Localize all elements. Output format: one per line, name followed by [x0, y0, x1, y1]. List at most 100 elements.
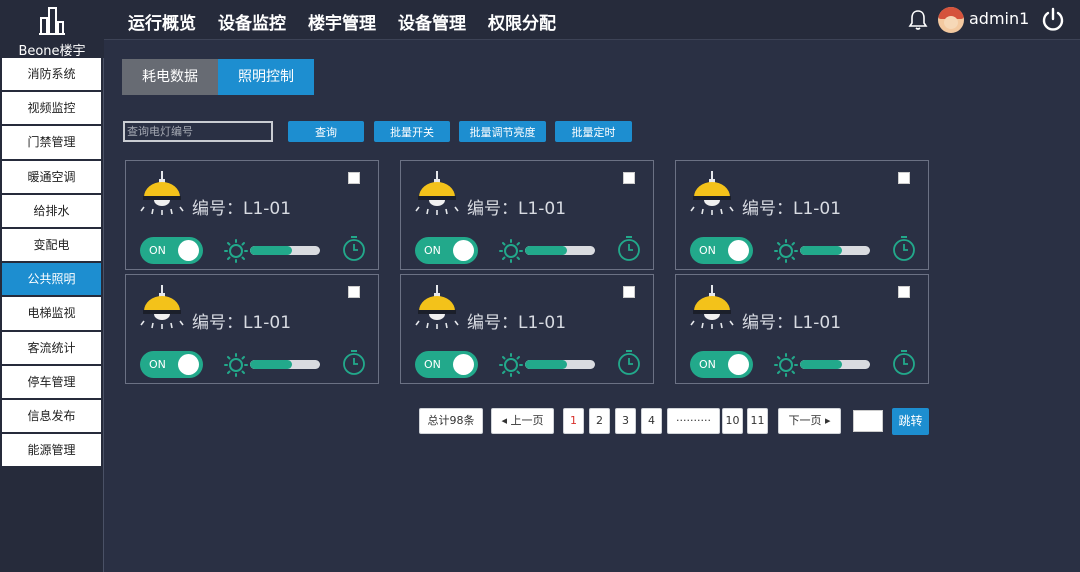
batch-switch-button[interactable]: 批量开关 [374, 121, 450, 142]
sidebar-item-info[interactable]: 信息发布 [2, 399, 101, 435]
power-toggle[interactable]: ON [690, 237, 753, 264]
brightness-icon [499, 239, 523, 267]
lamp-icon [415, 171, 459, 219]
sidebar-item-fire[interactable]: 消防系统 [2, 58, 101, 93]
page-ellipsis: ·········· [667, 408, 720, 434]
select-checkbox[interactable] [348, 286, 360, 298]
lamp-icon [140, 171, 184, 219]
sidebar-item-video[interactable]: 视频监控 [2, 92, 101, 127]
light-id-label: 编号：L1-01 [192, 313, 292, 333]
sidebar-item-access[interactable]: 门禁管理 [2, 126, 101, 161]
lamp-icon [690, 285, 734, 333]
select-checkbox[interactable] [623, 172, 635, 184]
brightness-icon [224, 239, 248, 267]
toggle-state: ON [149, 244, 166, 257]
timer-icon[interactable] [617, 235, 641, 267]
page-2[interactable]: 2 [589, 408, 610, 434]
select-checkbox[interactable] [623, 286, 635, 298]
page-10[interactable]: 10 [722, 408, 743, 434]
light-card: 编号：L1-01 ON [675, 274, 929, 384]
brightness-icon [774, 239, 798, 267]
timer-icon[interactable] [617, 349, 641, 381]
select-checkbox[interactable] [898, 286, 910, 298]
light-card: 编号：L1-01 ON [675, 160, 929, 270]
brightness-slider[interactable] [525, 246, 595, 255]
nav-item-device-manage[interactable]: 设备管理 [398, 9, 466, 34]
bell-icon[interactable] [908, 9, 928, 35]
light-id-label: 编号：L1-01 [467, 199, 567, 219]
sidebar-item-energy[interactable]: 能源管理 [2, 434, 101, 469]
page-11[interactable]: 11 [747, 408, 768, 434]
timer-icon[interactable] [342, 235, 366, 267]
toggle-state: ON [699, 358, 716, 371]
timer-icon[interactable] [342, 349, 366, 381]
brightness-slider[interactable] [800, 360, 870, 369]
prev-page-label: 上一页 [510, 414, 544, 427]
light-id-label: 编号：L1-01 [742, 199, 842, 219]
username[interactable]: admin1 [969, 9, 1029, 28]
sidebar-item-elevator[interactable]: 电梯监视 [2, 297, 101, 332]
select-checkbox[interactable] [898, 172, 910, 184]
goto-page-input[interactable] [853, 410, 883, 432]
light-id-label: 编号：L1-01 [467, 313, 567, 333]
brightness-icon [774, 353, 798, 381]
select-checkbox[interactable] [348, 172, 360, 184]
nav-item-building-manage[interactable]: 楼宇管理 [308, 9, 376, 34]
power-toggle[interactable]: ON [140, 237, 203, 264]
timer-icon[interactable] [892, 235, 916, 267]
light-id-label: 编号：L1-01 [192, 199, 292, 219]
prev-page-button[interactable]: ◂ 上一页 [491, 408, 554, 434]
sidebar-item-hvac[interactable]: 暖通空调 [2, 160, 101, 195]
light-card: 编号：L1-01 ON [400, 274, 654, 384]
light-card: 编号：L1-01 ON [125, 160, 379, 270]
lamp-icon [140, 285, 184, 333]
toggle-state: ON [424, 358, 441, 371]
main-panel: 耗电数据 照明控制 查询 批量开关 批量调节亮度 批量定时 编号：L1-01 ON… [104, 41, 1080, 572]
power-toggle[interactable]: ON [690, 351, 753, 378]
nav-item-permissions[interactable]: 权限分配 [488, 9, 556, 34]
sidebar-item-traffic[interactable]: 客流统计 [2, 331, 101, 366]
next-page-label: 下一页 [788, 414, 822, 427]
power-icon[interactable] [1040, 7, 1066, 37]
batch-timer-button[interactable]: 批量定时 [555, 121, 632, 142]
building-icon [39, 7, 65, 35]
brightness-icon [224, 353, 248, 381]
light-card: 编号：L1-01 ON [125, 274, 379, 384]
query-button[interactable]: 查询 [288, 121, 364, 142]
page-3[interactable]: 3 [615, 408, 636, 434]
tab-bar: 耗电数据 照明控制 [122, 59, 314, 95]
tab-power-data[interactable]: 耗电数据 [122, 59, 218, 95]
tab-lighting-control[interactable]: 照明控制 [218, 59, 314, 95]
light-card: 编号：L1-01 ON [400, 160, 654, 270]
page-4[interactable]: 4 [641, 408, 662, 434]
sidebar-item-parking[interactable]: 停车管理 [2, 365, 101, 400]
sidebar-item-power[interactable]: 变配电 [2, 228, 101, 264]
brightness-slider[interactable] [250, 246, 320, 255]
sidebar: 消防系统 视频监控 门禁管理 暖通空调 给排水 变配电 公共照明 电梯监视 客流… [0, 58, 104, 572]
search-input[interactable] [123, 121, 273, 142]
next-page-button[interactable]: 下一页 ▸ [778, 408, 841, 434]
avatar[interactable] [938, 7, 964, 33]
toggle-state: ON [699, 244, 716, 257]
power-toggle[interactable]: ON [140, 351, 203, 378]
sidebar-item-lighting[interactable]: 公共照明 [2, 263, 101, 298]
toggle-state: ON [149, 358, 166, 371]
power-toggle[interactable]: ON [415, 237, 478, 264]
nav-item-device-monitor[interactable]: 设备监控 [218, 9, 286, 34]
timer-icon[interactable] [892, 349, 916, 381]
toggle-state: ON [424, 244, 441, 257]
brightness-icon [499, 353, 523, 381]
power-toggle[interactable]: ON [415, 351, 478, 378]
sidebar-item-water[interactable]: 给排水 [2, 194, 101, 229]
nav-item-overview[interactable]: 运行概览 [128, 9, 196, 34]
goto-button[interactable]: 跳转 [892, 408, 929, 435]
brightness-slider[interactable] [525, 360, 595, 369]
app-window: 运行概览 设备监控 楼宇管理 设备管理 权限分配 admin1 Beone楼宇 … [0, 0, 1080, 572]
brightness-slider[interactable] [800, 246, 870, 255]
lamp-icon [690, 171, 734, 219]
brightness-slider[interactable] [250, 360, 320, 369]
page-1[interactable]: 1 [563, 408, 584, 434]
batch-brightness-button[interactable]: 批量调节亮度 [459, 121, 546, 142]
total-count: 总计98条 [419, 408, 483, 434]
lamp-icon [415, 285, 459, 333]
